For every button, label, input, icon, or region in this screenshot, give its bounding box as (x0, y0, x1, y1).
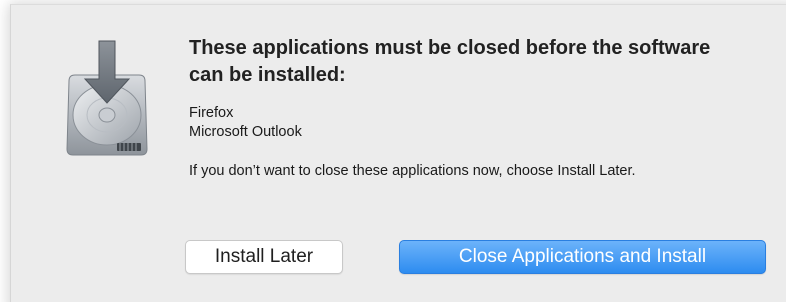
application-list: Firefox Microsoft Outlook (189, 104, 786, 142)
installer-disk-icon (61, 39, 153, 159)
dialog-message: If you don’t want to close these applica… (189, 163, 636, 179)
dialog-buttons: Install Later Close Applications and Ins… (185, 240, 766, 274)
application-item-outlook: Microsoft Outlook (189, 124, 302, 140)
dialog-content: These applications must be closed before… (189, 35, 786, 181)
application-item-firefox: Firefox (189, 105, 234, 121)
install-later-button[interactable]: Install Later (185, 240, 343, 274)
close-applications-and-install-button[interactable]: Close Applications and Install (399, 240, 766, 274)
dialog-title: These applications must be closed before… (189, 37, 711, 86)
installer-disk-graphic (66, 40, 148, 156)
